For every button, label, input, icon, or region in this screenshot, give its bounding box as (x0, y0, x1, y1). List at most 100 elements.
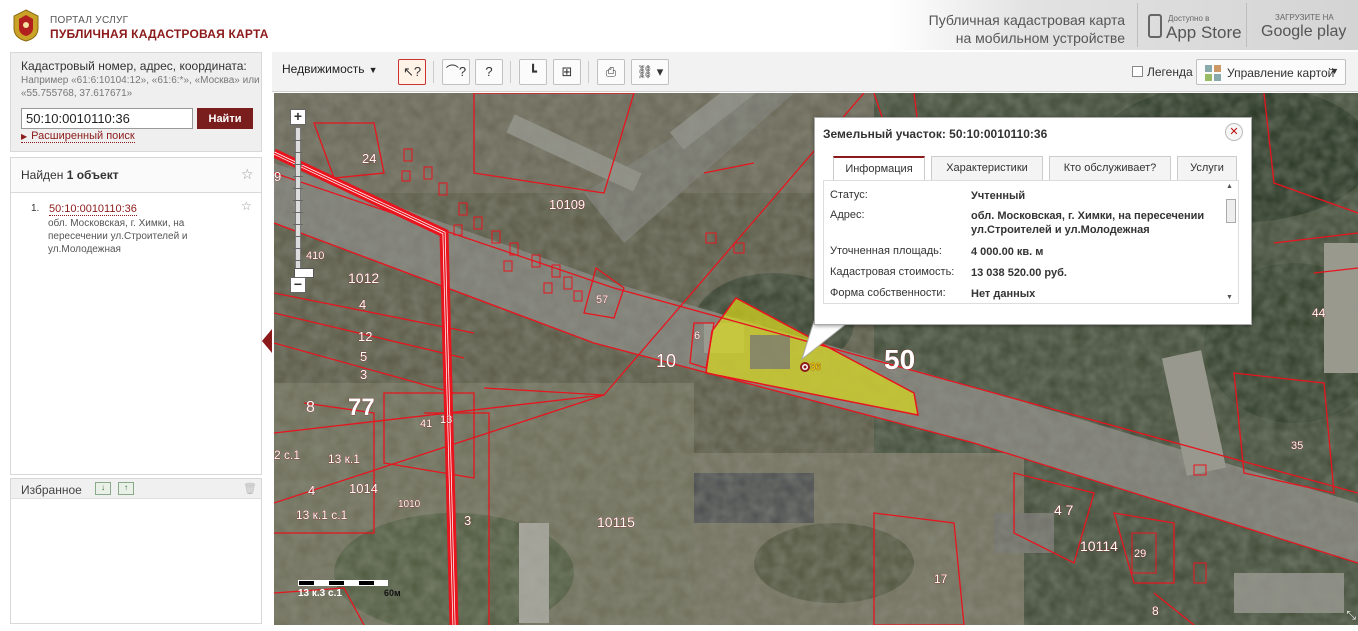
map-label: 24 (362, 151, 376, 166)
map-manage-button[interactable]: Управление картой ▼ (1196, 59, 1346, 85)
map-label: 1012 (348, 270, 379, 286)
coat-of-arms-logo[interactable] (10, 8, 42, 42)
dropdown-arrow-icon: ▼ (368, 65, 378, 75)
find-button[interactable]: Найти (197, 108, 253, 129)
layer-select[interactable]: Недвижимость ▼ (282, 62, 377, 76)
app-store-small-label: Доступно в (1168, 14, 1210, 23)
portal-title[interactable]: ПУБЛИЧНАЯ КАДАСТРОВАЯ КАРТА (50, 27, 269, 41)
google-play-button[interactable]: ЗАГРУЗИТЕ НА Google play (1246, 3, 1354, 47)
map-label: 5 (360, 349, 367, 364)
import-favorites-icon[interactable]: ↓ (95, 482, 111, 495)
zoom-out-button[interactable]: − (290, 277, 306, 293)
triangle-right-icon: ▶ (21, 132, 28, 141)
search-input[interactable] (21, 108, 193, 129)
tab-information[interactable]: Информация (833, 156, 925, 180)
parcel-info-popup: Земельный участок: 50:10:0010110:36 ✕ Ин… (814, 117, 1252, 325)
legend-checkbox[interactable] (1132, 66, 1143, 77)
favorites-panel: Избранное ↓ ↑ 🗑 (10, 478, 262, 624)
star-icon[interactable]: ☆ (241, 166, 254, 183)
map-label: 50 (884, 344, 915, 375)
tab-services[interactable]: Услуги (1177, 156, 1237, 180)
left-panel: Кадастровый номер, адрес, координата: На… (10, 52, 262, 628)
map-label: 41 (420, 418, 432, 430)
map-label: 6 (694, 330, 700, 342)
info-value: 4 000.00 кв. м (971, 246, 1044, 258)
close-icon[interactable]: ✕ (1225, 123, 1243, 141)
map-label: 4 (359, 297, 366, 312)
favorites-title: Избранное (21, 483, 82, 497)
info-key: Кадастровая стоимость: (830, 266, 955, 278)
info-value: Учтенный (971, 190, 1026, 202)
info-value: обл. Московская, г. Химки, на пересечени… (971, 210, 1205, 236)
results-count: Найден 1 объект (21, 168, 119, 182)
map-label: 3 (360, 367, 367, 382)
add-favorite-star-icon[interactable]: ☆ (241, 199, 252, 213)
map-label: 29 (1134, 548, 1146, 560)
map-label: 9 (274, 169, 281, 184)
favorites-header: Избранное ↓ ↑ 🗑 (11, 479, 261, 499)
popup-body: Статус: Учтенный Адрес: обл. Московская,… (823, 180, 1239, 304)
scroll-thumb[interactable] (1226, 199, 1236, 223)
result-number: 1. (31, 203, 40, 214)
map-label: 8 (306, 399, 315, 416)
trash-icon[interactable]: 🗑 (243, 482, 257, 495)
link-icon[interactable]: ⛓ ▾ (631, 59, 669, 85)
map-label: 36 (810, 362, 822, 373)
results-header: Найден 1 объект ☆ (10, 157, 262, 193)
scroll-up-icon[interactable]: ▲ (1226, 183, 1233, 190)
map-label: 17 (934, 572, 948, 586)
advanced-search-link[interactable]: ▶ Расширенный поиск (21, 130, 135, 143)
area-identify-button[interactable]: ⌒? (442, 59, 470, 85)
print-icon[interactable]: ⎙ (597, 59, 625, 85)
promo-line-1: Публичная кадастровая карта (928, 12, 1125, 28)
collapse-panel-handle[interactable] (262, 329, 272, 353)
map-canvas[interactable]: 24 10109 57 1012 4 12 5 3 8 77 41 13 13 … (274, 93, 1358, 625)
map-label: 10109 (549, 197, 585, 212)
layers-grid-icon (1205, 65, 1221, 81)
map-label: 10114 (1080, 538, 1118, 554)
identify-tool-button[interactable]: ↖? (398, 59, 426, 85)
map-label: 57 (596, 294, 608, 306)
help-map-button[interactable]: ? (475, 59, 503, 85)
mobile-promo-text: Публичная кадастровая карта на мобильном… (929, 11, 1125, 47)
layer-select-value: Недвижимость (282, 62, 365, 76)
measure-button[interactable]: ┗ (519, 59, 547, 85)
google-play-label: Google play (1261, 23, 1347, 40)
result-address: обл. Московская, г. Химки, на пересечени… (48, 218, 188, 255)
toolbar-separator (433, 61, 434, 83)
info-key: Адрес: (830, 209, 865, 221)
map-label: 1014 (349, 481, 378, 496)
map-label: 77 (348, 394, 375, 421)
tab-characteristics[interactable]: Характеристики (931, 156, 1043, 180)
portal-subtitle[interactable]: ПОРТАЛ УСЛУГ (50, 15, 128, 26)
resize-icon[interactable]: ⤡ (1346, 608, 1356, 623)
results-count-value: 1 объект (66, 168, 119, 182)
map-label: 2 с.1 (274, 448, 300, 462)
search-panel: Кадастровый номер, адрес, координата: На… (10, 52, 262, 152)
app-store-button[interactable]: Доступно в App Store (1137, 3, 1245, 47)
map-manage-label: Управление картой (1227, 66, 1335, 80)
zoom-in-button[interactable]: + (290, 109, 306, 125)
map-scale-bar: 13 к.3 с.1 60м (298, 580, 401, 599)
legend-toggle[interactable]: Легенда (1132, 65, 1193, 79)
search-label: Кадастровый номер, адрес, координата: (21, 59, 247, 73)
legend-label: Легенда (1147, 65, 1193, 79)
ruler-button[interactable]: ⊞ (553, 59, 581, 85)
scroll-down-icon[interactable]: ▼ (1226, 294, 1233, 301)
result-link[interactable]: 50:10:0010110:36 (49, 203, 137, 216)
search-hint: Например «61:6:10104:12», «61:6:*», «Мос… (21, 75, 260, 99)
map-label: 3 (464, 513, 471, 528)
map-toolbar: Недвижимость ▼ ↖? ⌒? ? ┗ ⊞ ⎙ ⛓ ▾ Легенда … (272, 52, 1358, 92)
map-label: 13 к.1 с.1 (296, 508, 348, 522)
map-label: 44 (1312, 306, 1326, 320)
map-label: 410 (306, 250, 324, 262)
scale-overlay-label: 13 к.3 с.1 (298, 588, 342, 599)
popup-scrollbar[interactable]: ▲ ▼ (1226, 183, 1236, 301)
map-label: 13 (440, 414, 452, 426)
google-play-small-label: ЗАГРУЗИТЕ НА (1275, 13, 1334, 22)
zoom-slider[interactable] (293, 127, 314, 278)
popup-title: Земельный участок: 50:10:0010110:36 (823, 127, 1048, 141)
scale-bar-graphic (298, 580, 388, 586)
export-favorites-icon[interactable]: ↑ (118, 482, 134, 495)
tab-who-serves[interactable]: Кто обслуживает? (1049, 156, 1171, 180)
